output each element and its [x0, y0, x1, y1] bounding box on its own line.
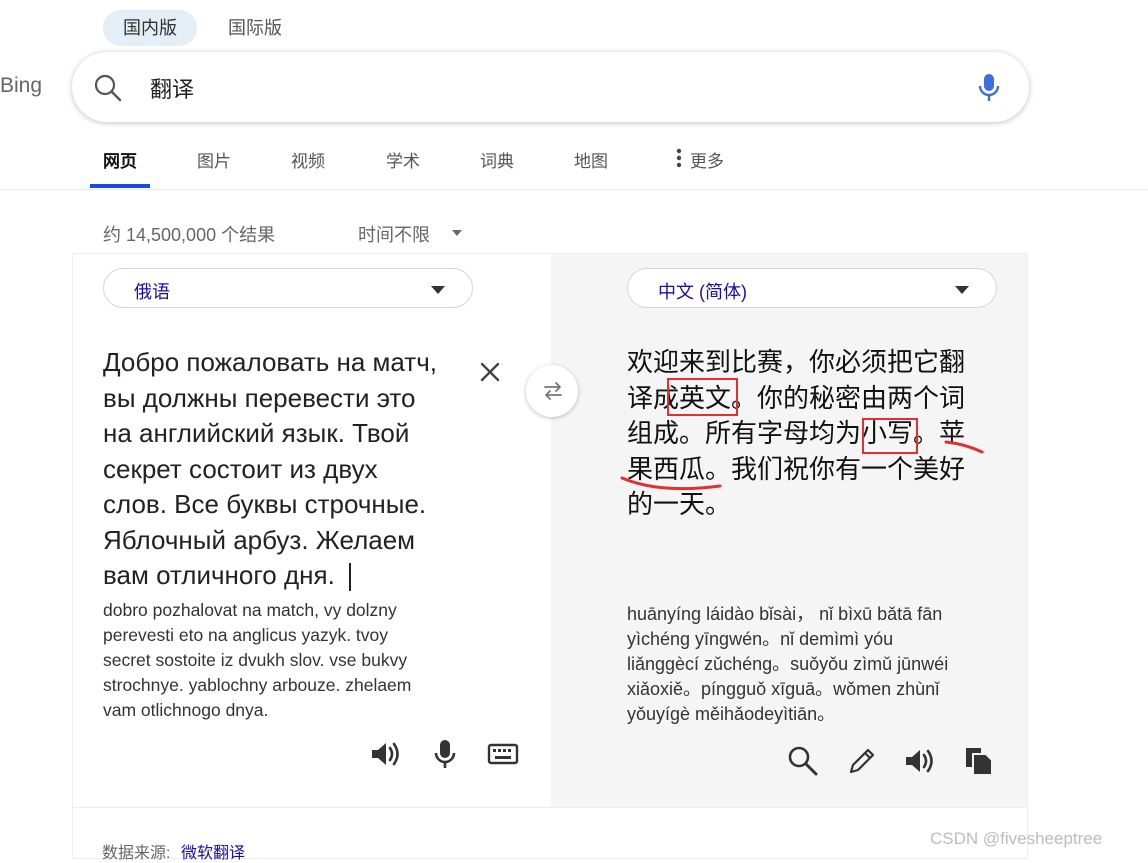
nav-maps[interactable]: 地图: [574, 147, 608, 172]
card-divider: [73, 807, 1027, 808]
listen-source-speaker-icon[interactable]: [369, 737, 403, 771]
swap-arrows-icon: [544, 382, 562, 400]
tab-domestic[interactable]: 国内版: [103, 10, 197, 46]
data-source-label: 数据来源:: [102, 845, 171, 862]
voice-input-microphone-icon[interactable]: [428, 737, 462, 771]
target-language-label: 中文 (简体): [658, 282, 747, 302]
source-language-label: 俄语: [134, 282, 170, 302]
search-icon[interactable]: [93, 73, 123, 103]
time-filter-caret-icon: [452, 230, 462, 236]
listen-translation-speaker-icon[interactable]: [903, 744, 937, 778]
text-cursor: [348, 563, 351, 592]
nav-images[interactable]: 图片: [197, 147, 231, 172]
target-lang-caret-icon: [955, 286, 969, 294]
copy-icon[interactable]: [962, 744, 996, 778]
watermark: CSDN @fivesheeptree: [930, 829, 1103, 848]
more-dots-icon[interactable]: [675, 148, 683, 168]
keyboard-icon[interactable]: [486, 737, 520, 771]
underline-annotation: [620, 440, 984, 491]
target-pinyin: huānyíng láidào bǐsài， nǐ bìxū bǎtā fān …: [627, 604, 949, 724]
time-filter-dropdown[interactable]: 时间不限: [358, 221, 430, 247]
result-count: 约 14,500,000 个结果: [103, 225, 276, 245]
nav-dictionary[interactable]: 词典: [480, 147, 514, 172]
microphone-icon[interactable]: [977, 72, 1001, 104]
source-text-input[interactable]: Добро пожаловать на матч, вы должны пере…: [103, 345, 483, 594]
clear-text-icon[interactable]: [478, 360, 502, 384]
nav-divider: [0, 189, 1148, 190]
nav-more[interactable]: 更多: [690, 147, 724, 172]
source-transliteration: dobro pozhalovat na match, vy dolzny per…: [103, 600, 412, 720]
search-box[interactable]: [72, 52, 1029, 122]
nav-active-indicator: [90, 184, 150, 188]
microsoft-translator-link[interactable]: 微软翻译: [181, 839, 245, 863]
highlight-box-yingwen: [667, 378, 738, 416]
search-input[interactable]: 翻译: [150, 72, 194, 104]
tab-international[interactable]: 国际版: [208, 10, 302, 46]
nav-videos[interactable]: 视频: [291, 147, 325, 172]
search-translation-icon[interactable]: [786, 744, 820, 778]
source-lang-caret-icon: [431, 286, 445, 294]
edit-pencil-icon[interactable]: [845, 744, 879, 778]
nav-web[interactable]: 网页: [103, 147, 137, 172]
nav-academic[interactable]: 学术: [386, 147, 420, 172]
brand-logo-text[interactable]: Bing: [0, 74, 42, 98]
